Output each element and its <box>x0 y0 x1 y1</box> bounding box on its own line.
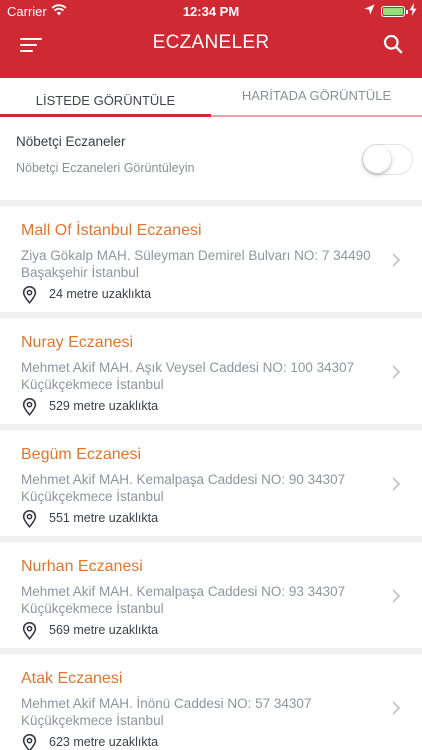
duty-filter-subtitle: Nöbetçi Eczaneleri Görüntüleyin <box>16 161 195 175</box>
status-bar: Carrier 12:34 PM <box>0 0 422 22</box>
pharmacy-name: Begüm Eczanesi <box>21 446 142 463</box>
pharmacy-name: Nurhan Eczanesi <box>21 558 143 575</box>
pharmacy-distance: 623 metre uzaklıkta <box>49 735 159 749</box>
search-icon[interactable] <box>383 34 403 54</box>
pharmacy-address: Ziya Gökalp MAH. Süleyman Demirel Bulvar… <box>21 248 371 280</box>
chevron-right-icon <box>392 477 401 491</box>
toggle-knob <box>363 145 391 173</box>
tab-list-view[interactable]: LİSTEDE GÖRÜNTÜLE <box>0 78 211 118</box>
duty-filter-title: Nöbetçi Eczaneler <box>16 134 126 149</box>
pharmacy-list-item[interactable]: Atak Eczanesi Mehmet Akif MAH. İnönü Cad… <box>0 654 422 750</box>
chevron-right-icon <box>392 253 401 267</box>
pharmacy-name: Nuray Eczanesi <box>21 334 134 351</box>
active-tab-indicator <box>0 114 211 117</box>
charging-bolt-icon <box>409 3 417 19</box>
location-pin-icon <box>22 286 37 304</box>
tab-map-view[interactable]: HARİTADA GÖRÜNTÜLE <box>211 78 422 118</box>
tab-divider <box>211 115 422 117</box>
pharmacy-address: Mehmet Akif MAH. Kemalpaşa Caddesi NO: 9… <box>21 584 346 616</box>
pharmacy-list-item[interactable]: Nurhan Eczanesi Mehmet Akif MAH. Kemalpa… <box>0 542 422 648</box>
pharmacy-address: Mehmet Akif MAH. İnönü Caddesi NO: 57 34… <box>21 696 312 728</box>
pharmacy-address: Mehmet Akif MAH. Kemalpaşa Caddesi NO: 9… <box>21 472 346 504</box>
pharmacy-list-item[interactable]: Begüm Eczanesi Mehmet Akif MAH. Kemalpaş… <box>0 430 422 536</box>
app-header: Carrier 12:34 PM ECZANELER <box>0 0 422 78</box>
pharmacy-list-item[interactable]: Nuray Eczanesi Mehmet Akif MAH. Aşık Vey… <box>0 318 422 424</box>
pharmacy-distance: 551 metre uzaklıkta <box>49 511 159 525</box>
clock: 12:34 PM <box>182 4 240 19</box>
navbar: ECZANELER <box>0 22 422 66</box>
pharmacy-name: Atak Eczanesi <box>21 670 123 687</box>
battery-icon <box>381 6 408 17</box>
pharmacy-list-item[interactable]: Mall Of İstanbul Eczanesi Ziya Gökalp MA… <box>0 206 422 312</box>
chevron-right-icon <box>392 589 401 603</box>
duty-filter-toggle[interactable] <box>362 144 413 175</box>
pharmacy-distance: 24 metre uzaklıkta <box>49 287 152 301</box>
pharmacy-address: Mehmet Akif MAH. Aşık Veysel Caddesi NO:… <box>21 360 355 392</box>
location-pin-icon <box>22 398 37 416</box>
chevron-right-icon <box>392 365 401 379</box>
location-pin-icon <box>22 734 37 750</box>
location-pin-icon <box>22 622 37 640</box>
page-title: ECZANELER <box>152 32 270 53</box>
pharmacy-distance: 569 metre uzaklıkta <box>49 623 159 637</box>
duty-filter-section: Nöbetçi Eczaneler Nöbetçi Eczaneleri Gör… <box>0 118 422 200</box>
pharmacy-distance: 529 metre uzaklıkta <box>49 399 159 413</box>
location-arrow-icon <box>364 4 375 18</box>
chevron-right-icon <box>392 701 401 715</box>
pharmacy-name: Mall Of İstanbul Eczanesi <box>21 222 202 239</box>
view-tabs: LİSTEDE GÖRÜNTÜLE HARİTADA GÖRÜNTÜLE <box>0 78 422 118</box>
location-pin-icon <box>22 510 37 528</box>
